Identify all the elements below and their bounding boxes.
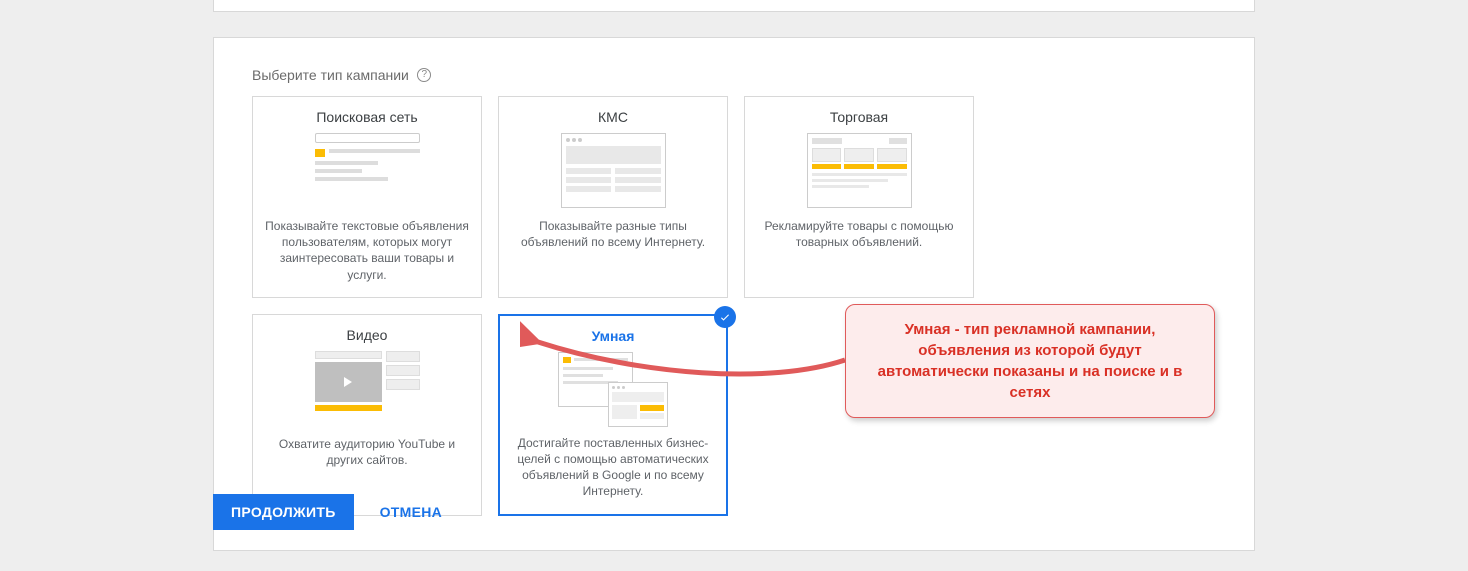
- card-title: Торговая: [755, 109, 963, 125]
- campaign-card-search[interactable]: Поисковая сеть Показывайте текстовые объ…: [252, 96, 482, 298]
- campaign-card-shopping[interactable]: Торговая Рекламируйте товары с помощью т…: [744, 96, 974, 298]
- display-illustration: [561, 133, 666, 208]
- annotation-text: Умная - тип рекламной кампании, объявлен…: [878, 321, 1183, 401]
- campaign-card-video[interactable]: Видео Охватите аудиторию YouTube и други…: [252, 314, 482, 516]
- section-title: Выберите тип кампании: [252, 67, 409, 83]
- shopping-illustration: [807, 133, 912, 208]
- video-illustration: [315, 351, 420, 426]
- card-title: Умная: [510, 328, 716, 344]
- card-desc: Показывайте текстовые объявления пользов…: [263, 218, 471, 283]
- card-title: Поисковая сеть: [263, 109, 471, 125]
- section-header: Выберите тип кампании ?: [252, 66, 1216, 84]
- annotation-callout: Умная - тип рекламной кампании, объявлен…: [845, 304, 1215, 418]
- card-desc: Показывайте разные типы объявлений по вс…: [509, 218, 717, 250]
- campaign-type-panel: Выберите тип кампании ? Поисковая сеть П…: [213, 37, 1255, 551]
- card-title: КМС: [509, 109, 717, 125]
- selected-check-icon: [714, 306, 736, 328]
- continue-button[interactable]: ПРОДОЛЖИТЬ: [213, 494, 354, 530]
- previous-panel-edge: [213, 0, 1255, 12]
- card-desc: Достигайте поставленных бизнес-целей с п…: [510, 435, 716, 500]
- card-desc: Рекламируйте товары с помощью товарных о…: [755, 218, 963, 250]
- search-illustration: [315, 133, 420, 208]
- action-buttons: ПРОДОЛЖИТЬ ОТМЕНА: [213, 494, 456, 530]
- campaign-card-display[interactable]: КМС Показывайте разные типы объявлений п…: [498, 96, 728, 298]
- cancel-button[interactable]: ОТМЕНА: [366, 494, 456, 530]
- help-icon[interactable]: ?: [417, 68, 431, 82]
- smart-illustration: [558, 352, 668, 427]
- card-title: Видео: [263, 327, 471, 343]
- campaign-card-smart[interactable]: Умная Достигайте поставленных бизнес-цел…: [498, 314, 728, 516]
- card-desc: Охватите аудиторию YouTube и других сайт…: [263, 436, 471, 468]
